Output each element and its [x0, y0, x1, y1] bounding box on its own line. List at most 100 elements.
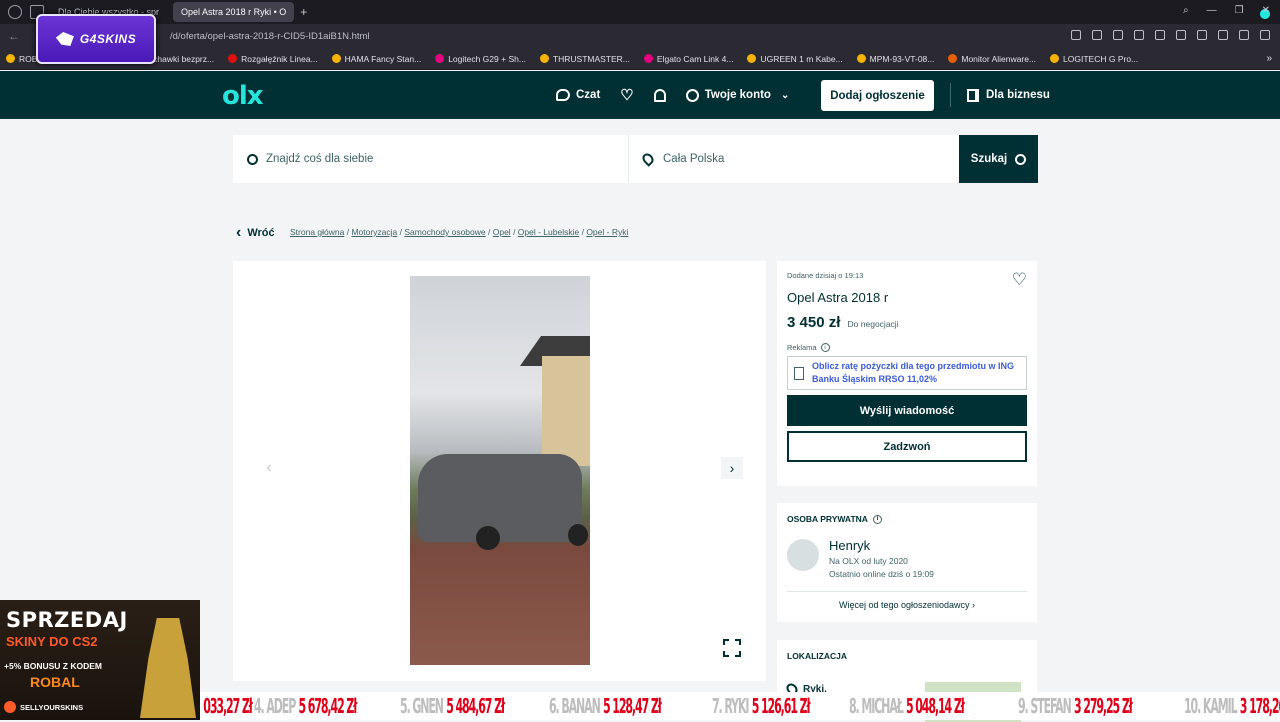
pin-icon[interactable]	[1071, 30, 1081, 40]
account-menu[interactable]: Twoje konto ⌄	[685, 88, 789, 102]
menu-icon[interactable]	[1260, 30, 1270, 40]
ticker-entry: 8. MICHAŁ 5 048,14 Zł	[849, 694, 965, 718]
photo-wheel	[568, 524, 588, 546]
url-field[interactable]: /d/oferta/opel-astra-2018-r-CID5-ID1aiB1…	[170, 31, 370, 42]
ticker-label: 5. GNEN	[399, 694, 444, 718]
bookmark-item[interactable]: MPM-93-VT-08...	[856, 54, 934, 64]
maximize-icon[interactable]: ❐	[1235, 5, 1244, 16]
photo-house	[542, 356, 590, 466]
chevron-left-icon: ‹	[236, 224, 242, 241]
breadcrumb-item[interactable]: Samochody osobowe	[404, 227, 485, 237]
bookmark-item[interactable]: UGREEN 1 m Kabe...	[747, 54, 843, 64]
toolbar-icons	[1071, 30, 1270, 40]
breadcrumb-item[interactable]: Opel	[493, 227, 511, 237]
ticker-value: 5 484,67 Zł	[446, 694, 505, 718]
bookmark-item[interactable]: THRUSTMASTER...	[539, 54, 630, 64]
added-date: Dodane dzisiaj o 19:13	[787, 271, 864, 280]
ticker-value: 5 678,42 Zł	[298, 694, 358, 718]
user-icon	[685, 88, 699, 102]
loan-calculator-link[interactable]: Oblicz ratę pożyczki dla tego przedmiotu…	[787, 356, 1027, 390]
chevron-right-icon: ›	[972, 600, 976, 610]
seller-since: Na OLX od luty 2020	[829, 556, 908, 566]
breadcrumb: Strona główna / Motoryzacja / Samochody …	[290, 227, 629, 237]
search-icon	[1015, 153, 1027, 165]
bookmark-item[interactable]: HAMA Fancy Stan...	[331, 54, 421, 64]
search-icon[interactable]: ⌕	[1183, 5, 1189, 16]
browser-tab-active[interactable]: Opel Astra 2018 r Ryki • O	[173, 2, 1270, 22]
bookmark-icon[interactable]	[1134, 30, 1144, 40]
back-link[interactable]: ‹ Wróć	[236, 224, 275, 242]
sellyourskins-logo: SELLYOURSKINS	[4, 701, 83, 713]
ticker-entry: 5. GNEN 5 484,67 Zł	[399, 694, 505, 718]
offer-title: Opel Astra 2018 r	[787, 290, 889, 305]
chat-label: Czat	[576, 89, 601, 101]
ad-label-text: Reklama	[787, 343, 817, 352]
bookmark-favicon-icon	[856, 54, 866, 63]
seller-name: Henryk	[829, 538, 871, 553]
offer-price: 3 450 zł Do negocjacji	[787, 314, 1027, 331]
document-icon	[794, 366, 804, 380]
breadcrumb-item[interactable]: Opel - Lubelskie	[518, 227, 579, 237]
bookmark-item[interactable]: LOGITECH G Pro...	[1050, 54, 1138, 64]
bookmark-label: LOGITECH G Pro...	[1063, 53, 1139, 64]
fullscreen-icon[interactable]	[723, 639, 741, 657]
heart-icon: ♡	[620, 86, 634, 104]
search-placeholder: Znajdź coś dla siebie	[266, 153, 374, 165]
breadcrumb-item[interactable]: Strona główna	[290, 227, 344, 237]
heart-icon[interactable]	[1176, 30, 1186, 40]
edit-icon[interactable]	[1197, 30, 1207, 40]
search-input[interactable]: Znajdź coś dla siebie	[233, 135, 629, 183]
ticker-value: 5 128,47 Zł	[602, 694, 662, 718]
favorite-heart-icon[interactable]: ♡	[1012, 270, 1027, 290]
promo-line3: +5% BONUSU Z KODEM	[4, 661, 102, 671]
more-from-seller-link[interactable]: Więcej od tego ogłoszeniodawcy ›	[777, 600, 1037, 610]
extensions-icon[interactable]	[1218, 30, 1228, 40]
search-button[interactable]: Szukaj	[959, 135, 1038, 183]
bookmark-favicon-icon	[948, 54, 958, 63]
send-message-button[interactable]: Wyślij wiadomość	[787, 395, 1027, 426]
download-icon[interactable]	[1239, 30, 1249, 40]
bookmark-item[interactable]: Elgato Cam Link 4...	[643, 54, 733, 64]
bookmark-item[interactable]: Logitech G29 + Sh...	[435, 54, 526, 64]
search-button-label: Szukaj	[970, 153, 1008, 165]
more-bookmarks-icon[interactable]: »	[1266, 53, 1272, 64]
info-icon[interactable]: i	[872, 514, 882, 524]
breadcrumb-item[interactable]: Motoryzacja	[351, 227, 397, 237]
call-button[interactable]: Zadzwoń	[787, 431, 1027, 462]
search-bar: Znajdź coś dla siebie Cała Polska Szukaj	[233, 135, 1038, 183]
location-heading: LOKALIZACJA	[787, 651, 847, 661]
info-icon[interactable]: i	[820, 343, 830, 352]
olx-logo[interactable]: olx	[222, 81, 264, 111]
bookmark-item[interactable]: Monitor Alienware...	[948, 54, 1036, 64]
address-bar: ← /d/oferta/opel-astra-2018-r-CID5-ID1ai…	[0, 24, 1280, 48]
seller-type-label: OSOBA PRYWATNA	[787, 514, 868, 524]
chat-icon	[556, 89, 570, 101]
play-icon[interactable]	[1155, 30, 1165, 40]
chat-link[interactable]: Czat	[556, 89, 600, 101]
notifications-link[interactable]	[653, 88, 666, 102]
shield-icon[interactable]	[1113, 30, 1123, 40]
add-listing-button[interactable]: Dodaj ogłoszenie	[821, 80, 934, 111]
close-icon[interactable]: ✕	[1262, 5, 1270, 16]
ticker-entry: 7. RYKI 5 126,61 Zł	[712, 694, 811, 718]
new-tab-icon[interactable]: +	[300, 5, 307, 19]
ticker-label: 6. BANAN	[548, 694, 601, 718]
olx-header: olx Czat ♡ Twoje konto ⌄ Dodaj ogłoszeni…	[0, 71, 1280, 119]
breadcrumb-item[interactable]: Opel - Ryki	[586, 227, 628, 237]
sellyourskins-logo-icon	[4, 701, 16, 713]
sellyourskins-overlay: SPRZEDAJ SKINY DO CS2 +5% BONUSU Z KODEM…	[0, 600, 200, 720]
screenshot-icon[interactable]	[1092, 30, 1102, 40]
back-arrow-icon[interactable]: ←	[8, 29, 20, 43]
bell-icon	[653, 88, 666, 102]
business-link[interactable]: Dla biznesu	[967, 71, 1050, 119]
listing-photo[interactable]	[410, 276, 590, 665]
bookmark-item[interactable]: ROB	[6, 54, 37, 64]
minimize-icon[interactable]: —	[1207, 5, 1217, 16]
gallery-prev-button[interactable]: ‹	[258, 457, 280, 479]
favorites-link[interactable]: ♡	[620, 88, 633, 103]
bookmark-label: ROB	[19, 53, 38, 64]
bookmark-item[interactable]: Rozgałęźnik Linea...	[228, 54, 318, 64]
browser-menu-icon[interactable]	[8, 5, 22, 19]
location-input[interactable]: Cała Polska	[629, 135, 959, 183]
gallery-next-button[interactable]: ›	[721, 457, 743, 479]
